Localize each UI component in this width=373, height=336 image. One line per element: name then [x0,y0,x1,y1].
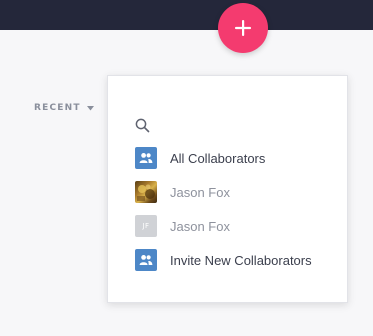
initials-avatar: JF [135,215,157,237]
menu-item-label: Invite New Collaborators [170,252,312,268]
collaborator-search-input[interactable] [156,117,316,133]
recent-filter-dropdown[interactable]: RECENT [34,103,94,113]
menu-item-label: All Collaborators [170,150,266,166]
collaborator-list: All Collaborators Jason Fox JF Jason Fox [135,147,345,283]
menu-item-collaborator[interactable]: JF Jason Fox [135,215,345,237]
caret-down-icon [86,105,94,111]
photo-avatar [135,181,157,203]
group-icon [135,249,157,271]
group-icon [135,147,157,169]
collaborator-menu: All Collaborators Jason Fox JF Jason Fox [107,75,348,303]
menu-item-all-collaborators[interactable]: All Collaborators [135,147,345,169]
search-icon [135,118,150,133]
plus-icon [234,19,252,37]
menu-item-collaborator[interactable]: Jason Fox [135,181,345,203]
menu-item-invite-collaborators[interactable]: Invite New Collaborators [135,249,345,271]
collaborator-search[interactable] [135,116,325,134]
recent-filter-label: RECENT [34,103,81,113]
menu-item-label: Jason Fox [170,218,230,234]
top-bar [0,0,373,30]
add-button[interactable] [218,3,268,53]
menu-item-label: Jason Fox [170,184,230,200]
